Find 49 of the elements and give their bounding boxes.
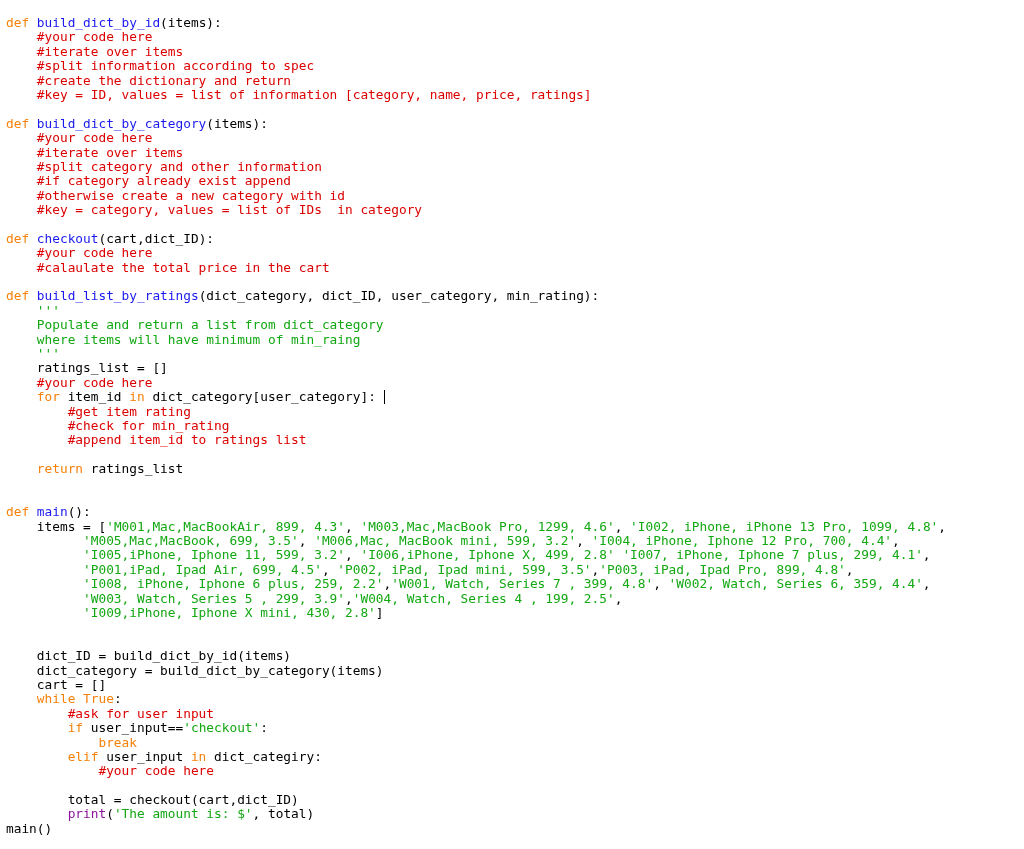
code-line: 'I008, iPhone, Iphone 6 plus, 259, 2.2','W001, Watch, Series 7 , 399, 4.8', 'W002, Watch, Series 6, 359, 4.4', bbox=[82, 577, 931, 592]
code-line: elif user_input in dict_categiry: bbox=[66, 749, 322, 765]
code-line: ''' bbox=[35, 303, 60, 319]
code-line: #your code here bbox=[35, 246, 153, 261]
code-line: 'I009,iPhone, Iphone X mini, 430, 2.8'] bbox=[82, 606, 384, 621]
code-line: ''' bbox=[35, 347, 60, 362]
code-line: print('The amount is: $', total) bbox=[66, 807, 315, 822]
code-line: #your code here bbox=[35, 30, 153, 45]
code-line: #your code here bbox=[35, 131, 153, 146]
code-line: ratings_list = [] bbox=[35, 361, 168, 376]
code-line: 'P001,iPad, Ipad Air, 699, 4.5', 'P002, iPad, Ipad mini, 599, 3.5','P003, iPad, Ipad Pro, 899, 4.8', bbox=[82, 562, 854, 578]
code-line: def build_list_by_ratings(dict_category, dict_ID, user_category, min_rating): bbox=[6, 289, 600, 304]
code-line: 'M005,Mac,MacBook, 699, 3.5', 'M006,Mac, MacBook mini, 599, 3.2', 'I004, iPhone, Iphone 12 Pro, 700, 4.4', bbox=[82, 534, 900, 549]
code-line: def build_dict_by_category(items): bbox=[6, 116, 268, 132]
code-line: #split category and other information bbox=[35, 159, 322, 175]
code-line: return ratings_list bbox=[35, 462, 184, 477]
code-line: #create the dictionary and return bbox=[35, 73, 292, 88]
code-line: for item_id in dict_category[user_category]: bbox=[35, 390, 377, 405]
code-line: dict_ID = build_dict_by_id(items) bbox=[35, 649, 292, 664]
code-line: main() bbox=[6, 821, 53, 837]
code-line: total = checkout(cart,dict_ID) bbox=[66, 793, 299, 808]
code-line: where items will have minimum of min_raing bbox=[35, 332, 361, 347]
code-line: Populate and return a list from dict_category bbox=[35, 318, 384, 333]
code-line: #iterate over items bbox=[35, 44, 184, 60]
code-line: def checkout(cart,dict_ID): bbox=[6, 231, 215, 247]
code-line: #if category already exist append bbox=[35, 174, 292, 189]
code-line: #your code here bbox=[97, 764, 215, 779]
code-line: 'I005,iPhone, Iphone 11, 599, 3.2', 'I006,iPhone, Iphone X, 499, 2.8' 'I007, iPhone, Iphone 7 plus, 299, 4.1', bbox=[82, 548, 931, 563]
code-line: #iterate over items bbox=[35, 145, 184, 160]
code-line: #check for min_rating bbox=[66, 418, 230, 434]
code-line: while True: bbox=[35, 692, 122, 707]
code-line: break bbox=[98, 735, 137, 750]
code-line: #ask for user input bbox=[66, 706, 215, 722]
code-line: 'W003, Watch, Series 5 , 299, 3.9','W004, Watch, Series 4 , 199, 2.5', bbox=[82, 591, 623, 607]
code-line: def main(): bbox=[6, 505, 91, 520]
code-line: #key = ID, values = list of information [category, name, price, ratings] bbox=[35, 87, 592, 103]
code-line: #key = category, values = list of IDs in category bbox=[35, 203, 423, 218]
text-cursor bbox=[383, 390, 385, 405]
code-line: #your code here bbox=[35, 375, 153, 391]
code-line: #calaulate the total price in the cart bbox=[35, 260, 330, 276]
code-line: #split information according to spec bbox=[35, 59, 315, 74]
code-line: #append item_id to ratings list bbox=[66, 433, 307, 448]
code-line: dict_category = build_dict_by_category(items) bbox=[35, 663, 384, 678]
code-line: #get item rating bbox=[66, 404, 191, 419]
code-line: #otherwise create a new category with id bbox=[35, 188, 345, 204]
code-line: if user_input=='checkout': bbox=[66, 721, 268, 736]
code-line: cart = [] bbox=[35, 677, 107, 693]
code-line: items = ['M001,Mac,MacBookAir, 899, 4.3', 'M003,Mac,MacBook Pro, 1299, 4.6', 'I002, iPhone, iPhone 13 Pro, 1099, 4.8', bbox=[35, 519, 946, 535]
code-line: def build_dict_by_id(items): bbox=[6, 16, 222, 31]
